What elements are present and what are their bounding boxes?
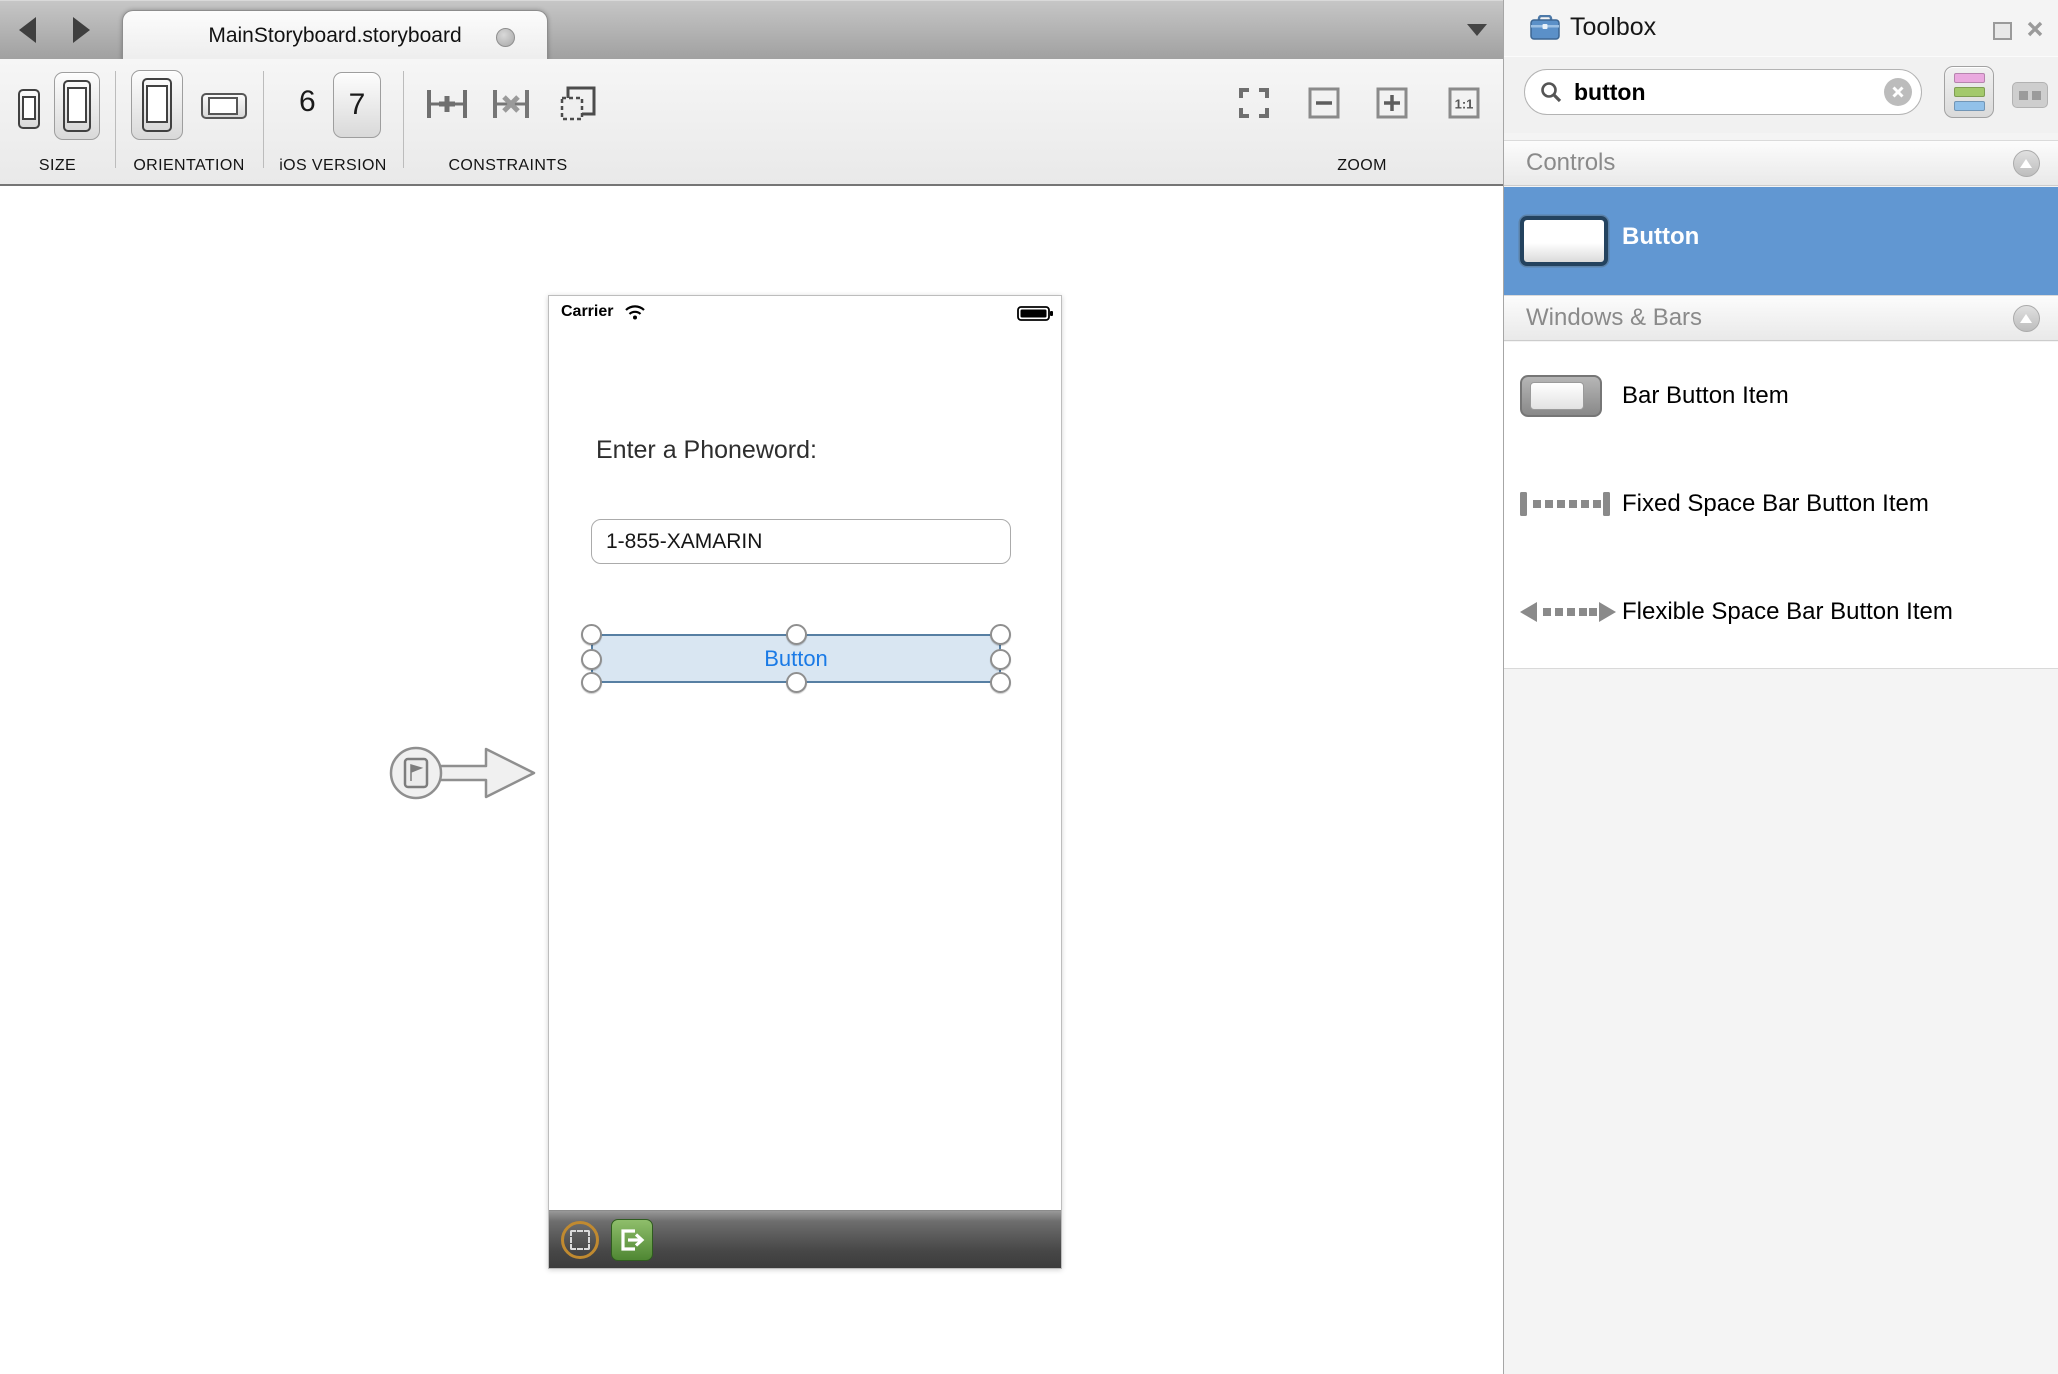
dock-panel-icon[interactable] [1993,22,2012,40]
search-input[interactable] [1572,78,1884,107]
bar-button-item-icon [1520,375,1602,417]
toolbox-item-label: Button [1622,223,1699,251]
back-button[interactable] [10,14,44,46]
designer-toolbar: SIZE ORIENTATION 6 7 iOS VERSION [0,59,1503,186]
ios-version-7-label: 7 [349,88,366,122]
controls-section-title: Controls [1526,149,1615,177]
size-large-phone-icon [63,80,91,132]
fixed-space-icon [1520,489,1610,519]
toolbox-item-label: Flexible Space Bar Button Item [1622,598,1953,626]
phone-number-value: 1-855-XAMARIN [606,530,762,554]
translate-button-label: Button [764,646,828,672]
exit-arrow-glyph [619,1227,645,1253]
orientation-landscape-icon[interactable] [201,93,247,119]
toolbox-search-row [1504,56,2058,133]
view-controller-icon[interactable] [561,1221,599,1259]
pink-bar-icon [1954,73,1985,83]
phoneword-label: Enter a Phoneword: [596,436,817,465]
flexible-space-icon [1520,597,1616,627]
update-frames-icon[interactable] [559,85,597,123]
resize-handle-middle-right[interactable] [990,649,1011,670]
toolbox-search-field[interactable] [1524,69,1922,115]
initial-view-entry-arrow[interactable] [388,739,544,807]
wifi-icon [625,305,645,320]
orientation-group-label: ORIENTATION [115,157,263,175]
orientation-group: ORIENTATION [115,59,263,184]
resize-handle-bottom-left[interactable] [581,672,602,693]
compact-view-toggle[interactable] [2012,82,2048,108]
resize-handle-top-left[interactable] [581,624,602,645]
zoom-actual-size-icon[interactable]: 1:1 [1448,87,1480,119]
toolbox-item-flexible-space[interactable]: Flexible Space Bar Button Item [1504,558,2058,666]
size-small-phone-icon[interactable] [18,89,40,129]
phone-number-field[interactable]: 1-855-XAMARIN [591,519,1011,564]
view-controller-toolbar [549,1210,1061,1268]
toolbox-item-fixed-space[interactable]: Fixed Space Bar Button Item [1504,450,2058,558]
ios-version-6-option[interactable]: 6 [299,85,316,119]
tab-title: MainStoryboard.storyboard [208,24,461,48]
constraints-group-label: CONSTRAINTS [403,157,613,175]
tab-close-dot[interactable] [496,28,515,47]
zoom-out-icon[interactable] [1308,87,1340,119]
entry-arrow-icon [388,739,544,807]
constraints-group: CONSTRAINTS [403,59,613,184]
forward-button[interactable] [64,14,98,46]
ios-version-group: 6 7 iOS VERSION [263,59,403,184]
windows-bars-section-title: Windows & Bars [1526,304,1702,332]
resize-handle-bottom-right[interactable] [990,672,1011,693]
square-icon [2019,91,2028,100]
translate-button[interactable]: Button [591,634,1001,683]
tab-list-chevron-icon[interactable] [1467,24,1487,36]
square-icon [2032,91,2041,100]
blue-bar-icon [1954,101,1985,111]
size-large-phone-button[interactable] [54,72,100,140]
clear-search-icon[interactable] [1884,78,1912,106]
tab-mainstoryboard[interactable]: MainStoryboard.storyboard [122,10,548,61]
zoom-group: 1:1 ZOOM [1222,59,1502,184]
search-icon [1540,81,1562,103]
orientation-portrait-button[interactable] [131,70,183,140]
battery-icon [1017,306,1053,321]
tab-bar: MainStoryboard.storyboard [0,0,1503,60]
carrier-label: Carrier [561,303,613,321]
design-canvas[interactable]: Carrier Enter a Phoneword: 1-855-XAMARIN [0,186,1503,1374]
size-group-label: SIZE [0,157,115,175]
app-window: MainStoryboard.storyboard SIZE ORIENTAT [0,0,2058,1374]
one-to-one-label: 1:1 [1455,97,1474,112]
collapse-windows-bars-icon[interactable] [2013,305,2040,332]
windows-bars-list: Bar Button Item Fixed Space Bar Button I… [1504,342,2058,669]
category-view-toggle[interactable] [1944,66,1994,118]
toolbox-item-button[interactable]: Button [1504,187,2058,295]
toolbox-item-bar-button-item[interactable]: Bar Button Item [1504,342,2058,450]
close-panel-icon[interactable] [2026,20,2044,38]
button-thumbnail-icon [1520,216,1608,266]
toolbox-item-label: Fixed Space Bar Button Item [1622,490,1929,518]
orientation-portrait-icon [142,78,172,132]
green-bar-icon [1954,87,1985,97]
iphone-view-controller[interactable]: Carrier Enter a Phoneword: 1-855-XAMARIN [548,295,1062,1269]
resize-handle-bottom-center[interactable] [786,672,807,693]
size-group: SIZE [0,59,115,184]
add-constraint-icon[interactable] [425,87,469,121]
forward-arrow-icon [73,17,90,43]
section-header-controls[interactable]: Controls [1504,140,2058,186]
designer-pane: MainStoryboard.storyboard SIZE ORIENTAT [0,0,1504,1374]
toolbox-title: Toolbox [1570,13,1656,42]
zoom-fit-icon[interactable] [1238,87,1270,119]
resize-handle-middle-left[interactable] [581,649,602,670]
collapse-controls-icon[interactable] [2013,150,2040,177]
toolbox-item-label: Bar Button Item [1622,382,1789,410]
toolbox-icon [1530,15,1560,41]
zoom-in-icon[interactable] [1376,87,1408,119]
resize-handle-top-center[interactable] [786,624,807,645]
remove-constraint-icon[interactable] [491,87,531,121]
exit-segue-icon[interactable] [611,1219,653,1261]
resize-handle-top-right[interactable] [990,624,1011,645]
ios-version-7-button[interactable]: 7 [333,72,381,138]
toolbox-panel: Toolbox [1504,0,2058,1374]
back-arrow-icon [19,17,36,43]
section-header-windows-bars[interactable]: Windows & Bars [1504,295,2058,341]
zoom-group-label: ZOOM [1282,157,1442,175]
ios-version-group-label: iOS VERSION [263,157,403,175]
